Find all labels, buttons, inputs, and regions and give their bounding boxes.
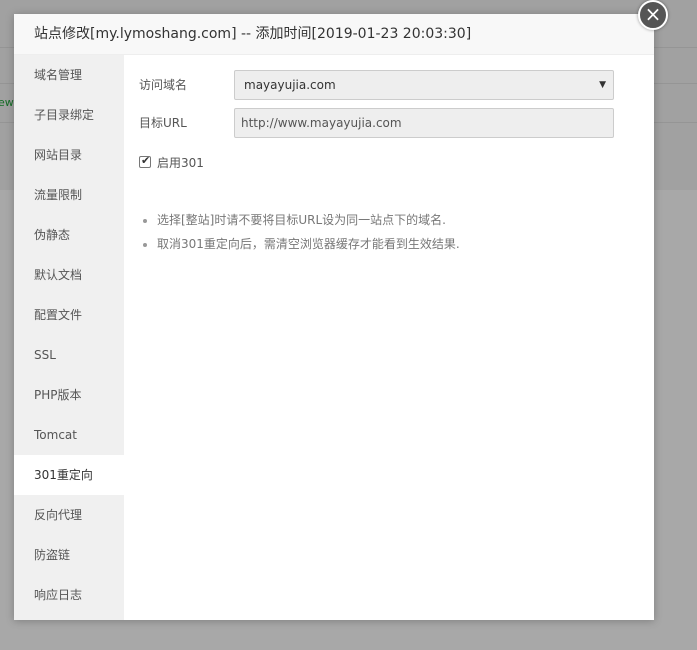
- sidebar-item-label: 伪静态: [34, 228, 71, 242]
- bullet-icon: [143, 243, 147, 247]
- sidebar-item-label: SSL: [34, 348, 56, 362]
- sidebar-item-301-redirect[interactable]: 301重定向: [14, 455, 124, 495]
- list-item: 取消301重定向后，需清空浏览器缓存才能看到生效结果.: [141, 232, 639, 256]
- enable-301-checkbox[interactable]: ✔: [139, 154, 151, 168]
- sidebar-item-label: 防盗链: [34, 548, 71, 562]
- dropdown-arrow-icon: ▼: [599, 80, 606, 90]
- domain-select-value: mayayujia.com: [244, 78, 336, 92]
- tips-list: 选择[整站]时请不要将目标URL设为同一站点下的域名. 取消301重定向后，需清…: [139, 208, 639, 256]
- close-button[interactable]: ×: [638, 0, 668, 30]
- domain-row: 访问域名 mayayujia.com ▼: [139, 70, 639, 108]
- sidebar-item-tomcat[interactable]: Tomcat: [14, 415, 124, 455]
- sidebar-item-label: 默认文档: [34, 268, 83, 282]
- sidebar-item-label: 流量限制: [34, 188, 83, 202]
- domain-label: 访问域名: [139, 78, 188, 92]
- sidebar-item-label: 反向代理: [34, 508, 83, 522]
- site-edit-dialog: 站点修改[my.lymoshang.com] -- 添加时间[2019-01-2…: [14, 0, 668, 620]
- sidebar-item-reverse-proxy[interactable]: 反向代理: [14, 495, 124, 535]
- sidebar-item-rewrite[interactable]: 伪静态: [14, 215, 124, 255]
- settings-sidebar: 域名管理 子目录绑定 网站目录 流量限制 伪静态 默认文档 配置文件 SSL P…: [14, 55, 124, 620]
- sidebar-item-traffic-limit[interactable]: 流量限制: [14, 175, 124, 215]
- sidebar-item-label: 网站目录: [34, 148, 83, 162]
- bullet-icon: [143, 219, 147, 223]
- enable-301-row: ✔ 启用301: [139, 152, 639, 172]
- checkmark-icon: ✔: [141, 154, 151, 167]
- sidebar-item-subdirectory-binding[interactable]: 子目录绑定: [14, 95, 124, 135]
- tip-text: 取消301重定向后，需清空浏览器缓存才能看到生效结果.: [157, 237, 460, 251]
- sidebar-item-label: Tomcat: [34, 428, 77, 442]
- sidebar-item-site-directory[interactable]: 网站目录: [14, 135, 124, 175]
- sidebar-item-domain-management[interactable]: 域名管理: [14, 55, 124, 95]
- enable-301-label[interactable]: 启用301: [157, 154, 204, 171]
- sidebar-item-default-document[interactable]: 默认文档: [14, 255, 124, 295]
- sidebar-item-label: 域名管理: [34, 68, 83, 82]
- sidebar-item-ssl[interactable]: SSL: [14, 335, 124, 375]
- dialog-title: 站点修改[my.lymoshang.com] -- 添加时间[2019-01-2…: [14, 14, 654, 55]
- sidebar-item-label: 301重定向: [34, 468, 93, 482]
- sidebar-item-response-log[interactable]: 响应日志: [14, 575, 124, 615]
- list-item: 选择[整站]时请不要将目标URL设为同一站点下的域名.: [141, 208, 639, 232]
- target-url-row: 目标URL http://www.mayayujia.com: [139, 108, 639, 146]
- sidebar-item-php-version[interactable]: PHP版本: [14, 375, 124, 415]
- sidebar-item-label: 配置文件: [34, 308, 83, 322]
- sidebar-item-label: 响应日志: [34, 588, 83, 602]
- tip-text: 选择[整站]时请不要将目标URL设为同一站点下的域名.: [157, 213, 446, 227]
- redirect-settings-panel: 访问域名 mayayujia.com ▼ 目标URL http://www.ma…: [124, 55, 654, 620]
- target-url-label: 目标URL: [139, 116, 187, 130]
- sidebar-item-hotlink-protection[interactable]: 防盗链: [14, 535, 124, 575]
- domain-select[interactable]: mayayujia.com ▼: [234, 70, 614, 100]
- sidebar-item-config-file[interactable]: 配置文件: [14, 295, 124, 335]
- sidebar-item-label: 子目录绑定: [34, 108, 95, 122]
- target-url-input[interactable]: http://www.mayayujia.com: [234, 108, 614, 138]
- close-icon: ×: [644, 2, 662, 26]
- sidebar-item-label: PHP版本: [34, 388, 82, 402]
